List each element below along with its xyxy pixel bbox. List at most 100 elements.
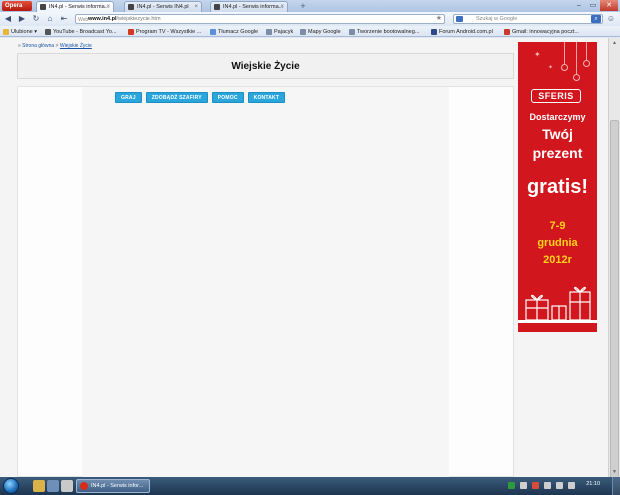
back-icon[interactable]: ◀: [3, 14, 13, 24]
site-favicon-icon: [128, 4, 134, 10]
ad-text-line1: Dostarczymy: [529, 112, 586, 122]
gift-boxes-icon: [518, 286, 597, 323]
media-icon[interactable]: [47, 480, 59, 492]
bookmark-label: YouTube - Broadcast Yo...: [53, 29, 117, 35]
breadcrumb-current-link[interactable]: Wiejskie Życie: [60, 43, 92, 49]
show-desktop-button[interactable]: [612, 477, 620, 495]
network-icon[interactable]: [556, 482, 563, 489]
rewind-icon[interactable]: ⇤: [59, 14, 69, 24]
taskbar-task-opera[interactable]: IN4.pl - Serwis infor...: [76, 479, 150, 493]
bookmark-program-tv[interactable]: Program TV - Wszystkie ...: [128, 28, 201, 36]
flag-icon[interactable]: [544, 482, 551, 489]
explorer-icon[interactable]: [33, 480, 45, 492]
bookmark-star-icon[interactable]: ★: [436, 15, 442, 23]
program-tv-icon: [128, 29, 134, 35]
bookmark-bootable[interactable]: Tworzenie bootowalneg...: [349, 28, 419, 36]
tab-close-icon[interactable]: ×: [280, 2, 284, 12]
sferis-logo: SFERIS: [531, 89, 581, 103]
opera-icon: [80, 482, 88, 490]
tray-app-icon[interactable]: [508, 482, 515, 489]
scroll-up-icon[interactable]: ▲: [609, 38, 620, 48]
page-viewport: » Strona główna > Wiejskie Życie Wiejski…: [0, 38, 608, 477]
get-sapphires-button[interactable]: ZDOBĄDŹ SZAFIRY: [145, 92, 208, 103]
ad-date-month: grudnia: [537, 237, 578, 249]
content-area: GRAJ ZDOBĄDŹ SZAFIRY POMOC KONTAKT: [17, 86, 514, 477]
ad-text-line4: gratis!: [526, 176, 589, 198]
search-engine-icon[interactable]: [456, 16, 463, 22]
bookmark-label: Forum Android.com.pl: [439, 29, 493, 35]
gmail-icon: [504, 29, 510, 35]
maximize-icon[interactable]: ▭: [586, 0, 600, 11]
bookmark-label: Pajacyk: [274, 29, 294, 35]
bookmark-youtube[interactable]: YouTube - Broadcast Yo...: [45, 28, 117, 36]
tab-close-icon[interactable]: ×: [106, 2, 110, 12]
tab-3[interactable]: IN4.pl - Serwis informa... ×: [210, 1, 288, 12]
site-favicon-icon: [214, 4, 220, 10]
tab-title: IN4.pl - Serwis informa...: [223, 4, 284, 10]
vertical-scrollbar[interactable]: ▲ ▼: [608, 38, 620, 495]
reload-icon[interactable]: ↻: [31, 14, 41, 24]
bookmark-favorites[interactable]: Ulubione ▾: [3, 28, 37, 36]
tray-app-icon[interactable]: [520, 482, 527, 489]
page-title: Wiejskie Życie: [17, 53, 514, 79]
translate-icon: [210, 29, 216, 35]
site-security-badge[interactable]: Web: [78, 16, 88, 24]
ad-date-year: 2012r: [543, 254, 572, 266]
new-tab-button[interactable]: +: [298, 1, 308, 11]
bookmark-forum-android[interactable]: Forum Android.com.pl: [431, 28, 493, 36]
bookmark-label: Tworzenie bootowalneg...: [357, 29, 420, 35]
tray-app-icon[interactable]: [532, 482, 539, 489]
bookmark-label: Gmail: innowacyjna poczt...: [512, 29, 579, 35]
start-button-icon[interactable]: [3, 478, 19, 494]
app-icon[interactable]: [61, 480, 73, 492]
breadcrumb-separator: >: [55, 43, 59, 49]
youtube-icon: [45, 29, 51, 35]
contact-button[interactable]: KONTAKT: [247, 92, 286, 103]
ad-date-days: 7-9: [549, 220, 566, 232]
scroll-down-icon[interactable]: ▼: [609, 467, 620, 477]
bookmark-pajacyk[interactable]: Pajacyk: [266, 28, 293, 36]
ornament-string: [564, 42, 565, 64]
bookmark-translate[interactable]: Tłumacz Google: [210, 28, 258, 36]
maps-icon: [300, 29, 306, 35]
breadcrumb-home-link[interactable]: Strona główna: [22, 43, 54, 49]
home-icon[interactable]: ⌂: [45, 14, 55, 24]
help-button[interactable]: POMOC: [211, 92, 244, 103]
close-window-icon[interactable]: ✕: [600, 0, 618, 11]
taskbar-task-label: IN4.pl - Serwis infor...: [91, 483, 144, 489]
opera-menu-button[interactable]: Opera: [2, 1, 32, 11]
bauble-icon: [573, 74, 580, 81]
url-path: /wiejskiezycie.htm: [116, 16, 161, 22]
forward-icon[interactable]: ▶: [17, 14, 27, 24]
system-tray: 21:10: [500, 477, 620, 495]
bookmarks-bar: Ulubione ▾ YouTube - Broadcast Yo... Pro…: [0, 26, 620, 37]
volume-icon[interactable]: [568, 482, 575, 489]
address-bar[interactable]: Web www.in4.pl/wiejskiezycie.htm ★: [75, 14, 445, 24]
url-domain: www.in4.pl: [88, 16, 117, 22]
star-icon: ✦: [548, 65, 554, 71]
tab-1[interactable]: IN4.pl - Serwis informa... ×: [36, 1, 114, 12]
bootable-icon: [349, 29, 355, 35]
windows-taskbar: IN4.pl - Serwis infor... 21:10: [0, 477, 620, 495]
search-icon[interactable]: ⌕: [591, 15, 601, 23]
minimize-icon[interactable]: –: [572, 0, 586, 11]
advertisement-banner[interactable]: ✦ ✦ SFERIS Dostarczymy Twój prezent grat…: [518, 42, 597, 332]
scrollbar-thumb[interactable]: [610, 120, 619, 495]
tab-2[interactable]: IN4.pl - Serwis IN4.pl ×: [124, 1, 202, 12]
bookmark-maps[interactable]: Mapy Google: [300, 28, 341, 36]
browser-titlebar: Opera IN4.pl - Serwis informa... × IN4.p…: [0, 0, 620, 12]
bookmark-gmail[interactable]: Gmail: innowacyjna poczt...: [504, 28, 579, 36]
bookmark-label: Program TV - Wszystkie ...: [136, 29, 202, 35]
tab-title: IN4.pl - Serwis informa...: [49, 4, 110, 10]
search-field[interactable]: Szukaj w Google ⌕: [453, 14, 603, 24]
tab-close-icon[interactable]: ×: [194, 2, 198, 12]
opera-unite-icon[interactable]: ☺: [606, 14, 616, 24]
taskbar-clock[interactable]: 21:10: [586, 481, 600, 487]
play-button[interactable]: GRAJ: [115, 92, 142, 103]
bauble-icon: [561, 64, 568, 71]
breadcrumb: » Strona główna > Wiejskie Życie: [18, 43, 92, 49]
game-menu: GRAJ ZDOBĄDŹ SZAFIRY POMOC KONTAKT: [115, 92, 289, 103]
bauble-icon: [583, 60, 590, 67]
window-controls: – ▭ ✕: [572, 0, 618, 11]
ornament-string: [576, 42, 577, 74]
